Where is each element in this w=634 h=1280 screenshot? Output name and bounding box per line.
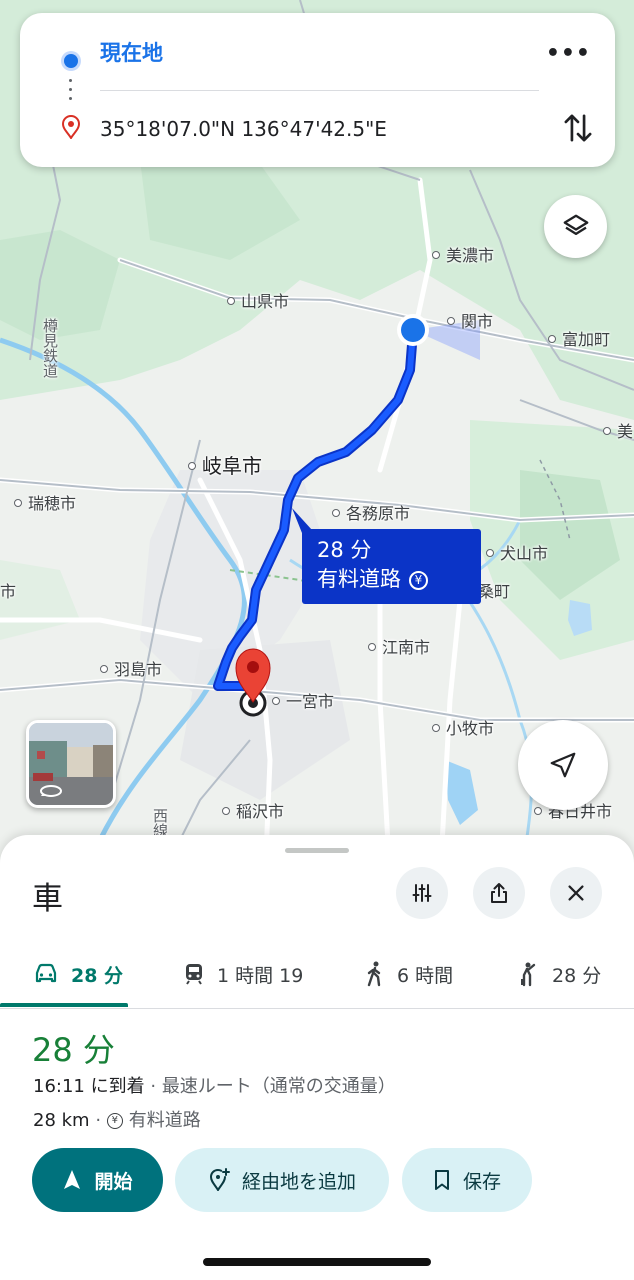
map-label-yamagata: 山県市 — [227, 288, 289, 312]
my-location-button[interactable] — [518, 720, 608, 810]
active-tab-indicator — [0, 1003, 128, 1007]
map-label-minokamo: 美濃市 — [432, 242, 494, 266]
map-label-tarumi-railway: 樽見鉄道 — [41, 318, 59, 378]
directions-sheet: 車 28 分 1 時間 19 6 時間 28 分 28 分 16:11 に到着 … — [0, 835, 634, 1280]
swap-vert-icon[interactable] — [563, 111, 593, 145]
origin-dot-icon — [64, 54, 78, 68]
travel-mode-tabs: 28 分 1 時間 19 6 時間 28 分 — [0, 939, 634, 1009]
share-icon — [491, 883, 507, 903]
map-label-gifu: 岐阜市 — [188, 450, 262, 479]
map-label-konan: 江南市 — [368, 634, 430, 658]
sheet-title: 車 — [32, 881, 63, 917]
rotate-360-icon — [40, 785, 62, 797]
start-navigation-button[interactable]: 開始 — [32, 1148, 163, 1212]
map-label-inazawa: 稲沢市 — [222, 798, 284, 822]
close-button[interactable] — [550, 867, 602, 919]
toll-icon: ¥ — [106, 1113, 123, 1129]
directions-card: 現在地 ••• 35°18'07.0"N 136°47'42.5"E — [20, 13, 615, 167]
callout-time: 28 分 — [317, 538, 372, 562]
destination-field[interactable]: 35°18'07.0"N 136°47'42.5"E — [100, 117, 387, 141]
tab-ride-hailing[interactable]: 28 分 — [518, 939, 601, 1009]
toll-note: 有料道路 — [128, 1110, 201, 1131]
route-connector-icon — [69, 79, 73, 107]
route-eta-callout[interactable]: 28 分 有料道路 ¥ — [302, 529, 481, 604]
map-label-mino-edge: 美 — [603, 418, 633, 442]
save-label: 保存 — [462, 1170, 501, 1193]
map-label-fuso: 桑町 — [478, 582, 511, 601]
tab-ride-label: 28 分 — [552, 964, 602, 987]
map-label-hashima: 羽島市 — [100, 656, 162, 680]
map-label-seki: 関市 — [447, 308, 493, 332]
navigation-arrow-icon — [550, 752, 576, 778]
street-view-thumbnail[interactable] — [26, 720, 116, 808]
layers-button[interactable] — [544, 195, 607, 258]
arrival-summary: 16:11 に到着 · 最速ルート（通常の交通量） — [33, 1072, 396, 1098]
share-button[interactable] — [473, 867, 525, 919]
tab-driving-label: 28 分 — [71, 964, 124, 987]
map-label-komaki: 小牧市 — [432, 715, 494, 739]
tab-transit[interactable]: 1 時間 19 — [183, 939, 303, 1009]
walk-icon — [367, 961, 381, 987]
toll-icon: ¥ — [409, 570, 428, 590]
separator: · — [150, 1076, 157, 1097]
map-label-tomika: 富加町 — [548, 326, 610, 350]
map-label-mizuho: 瑞穂市 — [14, 490, 76, 514]
bookmark-icon — [434, 1170, 449, 1190]
map-label-kakamigahara: 各務原市 — [332, 500, 410, 524]
sheet-drag-handle[interactable] — [285, 848, 349, 853]
more-options-icon[interactable]: ••• — [546, 41, 591, 66]
divider — [100, 90, 539, 91]
callout-note: 有料道路 ¥ — [317, 564, 481, 594]
tab-walking[interactable]: 6 時間 — [365, 939, 453, 1009]
tab-transit-label: 1 時間 19 — [217, 964, 304, 987]
separator: · — [95, 1110, 102, 1131]
route-description: 最速ルート（通常の交通量） — [161, 1076, 396, 1097]
start-label: 開始 — [94, 1170, 133, 1193]
ride-hail-icon — [521, 962, 536, 987]
tab-driving[interactable]: 28 分 — [33, 939, 123, 1009]
origin-field[interactable]: 現在地 — [100, 37, 163, 67]
add-stop-label: 経由地を追加 — [241, 1170, 356, 1193]
map-label-edge-shi: 市 — [0, 582, 17, 601]
route-distance: 28 km — [33, 1110, 90, 1131]
add-location-icon — [209, 1168, 230, 1191]
destination-pin-icon — [62, 115, 80, 139]
distance-summary: 28 km · ¥ 有料道路 — [33, 1106, 201, 1132]
layers-icon — [563, 214, 588, 235]
arrival-time: 16:11 に到着 — [33, 1076, 145, 1097]
add-stop-button[interactable]: 経由地を追加 — [175, 1148, 389, 1212]
map-label-ichinomiya: 一宮市 — [272, 688, 334, 712]
close-icon — [568, 885, 584, 901]
navigation-icon — [64, 1170, 81, 1189]
map-label-nishi-line: 西線 — [151, 808, 169, 838]
home-indicator[interactable] — [203, 1258, 431, 1266]
car-icon — [35, 963, 57, 983]
tab-walking-label: 6 時間 — [397, 964, 454, 987]
tune-icon — [412, 884, 432, 902]
train-icon — [186, 964, 202, 985]
save-button[interactable]: 保存 — [402, 1148, 532, 1212]
route-options-button[interactable] — [396, 867, 448, 919]
route-duration: 28 分 — [32, 1031, 115, 1069]
map-label-inuyama: 犬山市 — [486, 540, 548, 564]
